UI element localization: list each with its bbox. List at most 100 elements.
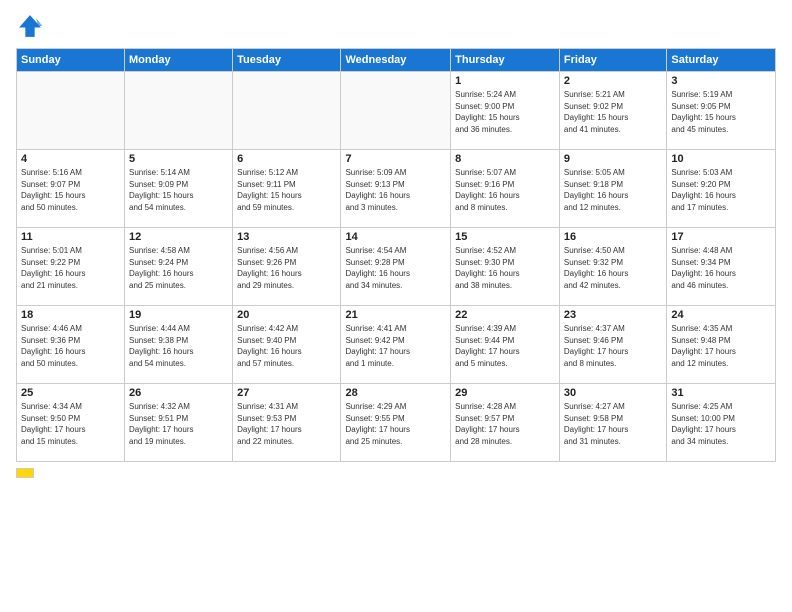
calendar-cell: 21 Sunrise: 4:41 AM Sunset: 9:42 PM Dayli… bbox=[341, 306, 451, 384]
day-number: 31 bbox=[671, 387, 771, 399]
calendar-cell bbox=[125, 72, 233, 150]
day-info: Sunrise: 5:19 AM Sunset: 9:05 PM Dayligh… bbox=[671, 89, 771, 135]
footer bbox=[16, 468, 776, 478]
day-number: 26 bbox=[129, 387, 228, 399]
calendar-cell: 16 Sunrise: 4:50 AM Sunset: 9:32 PM Dayli… bbox=[559, 228, 666, 306]
day-number: 8 bbox=[455, 153, 555, 165]
day-info: Sunrise: 4:35 AM Sunset: 9:48 PM Dayligh… bbox=[671, 323, 771, 369]
calendar-cell: 22Sunrise: 4:39 AM Sunset: 9:44 PM Dayli… bbox=[451, 306, 560, 384]
day-number: 29 bbox=[455, 387, 555, 399]
day-info: Sunrise: 4:42 AM Sunset: 9:40 PM Dayligh… bbox=[237, 323, 336, 369]
calendar-table: SundayMondayTuesdayWednesdayThursdayFrid… bbox=[16, 48, 776, 462]
day-info: Sunrise: 4:34 AM Sunset: 9:50 PM Dayligh… bbox=[21, 401, 120, 447]
day-number: 12 bbox=[129, 231, 228, 243]
day-number: 1 bbox=[455, 75, 555, 87]
day-number: 18 bbox=[21, 309, 120, 321]
calendar-cell: 5 Sunrise: 5:14 AM Sunset: 9:09 PM Daylig… bbox=[125, 150, 233, 228]
day-number: 19 bbox=[129, 309, 228, 321]
day-number: 25 bbox=[21, 387, 120, 399]
day-number: 27 bbox=[237, 387, 336, 399]
day-info: Sunrise: 4:46 AM Sunset: 9:36 PM Dayligh… bbox=[21, 323, 120, 369]
calendar-cell: 17Sunrise: 4:48 AM Sunset: 9:34 PM Dayli… bbox=[667, 228, 776, 306]
day-info: Sunrise: 4:56 AM Sunset: 9:26 PM Dayligh… bbox=[237, 245, 336, 291]
day-info: Sunrise: 5:05 AM Sunset: 9:18 PM Dayligh… bbox=[564, 167, 662, 213]
day-number: 15 bbox=[455, 231, 555, 243]
generalblue-logo-icon bbox=[16, 12, 44, 40]
calendar-cell: 24 Sunrise: 4:35 AM Sunset: 9:48 PM Dayli… bbox=[667, 306, 776, 384]
day-info: Sunrise: 4:32 AM Sunset: 9:51 PM Dayligh… bbox=[129, 401, 228, 447]
day-number: 6 bbox=[237, 153, 336, 165]
day-number: 7 bbox=[345, 153, 446, 165]
calendar-cell: 26 Sunrise: 4:32 AM Sunset: 9:51 PM Dayli… bbox=[125, 384, 233, 462]
calendar-header-tuesday: Tuesday bbox=[233, 49, 341, 72]
calendar-cell: 20 Sunrise: 4:42 AM Sunset: 9:40 PM Dayli… bbox=[233, 306, 341, 384]
calendar-cell: 29Sunrise: 4:28 AM Sunset: 9:57 PM Dayli… bbox=[451, 384, 560, 462]
day-number: 11 bbox=[21, 231, 120, 243]
day-info: Sunrise: 4:52 AM Sunset: 9:30 PM Dayligh… bbox=[455, 245, 555, 291]
calendar-week-5: 25 Sunrise: 4:34 AM Sunset: 9:50 PM Dayli… bbox=[17, 384, 776, 462]
calendar-cell: 11 Sunrise: 5:01 AM Sunset: 9:22 PM Dayli… bbox=[17, 228, 125, 306]
day-number: 2 bbox=[564, 75, 662, 87]
page: SundayMondayTuesdayWednesdayThursdayFrid… bbox=[0, 0, 792, 612]
day-info: Sunrise: 5:24 AM Sunset: 9:00 PM Dayligh… bbox=[455, 89, 555, 135]
calendar-cell: 13Sunrise: 4:56 AM Sunset: 9:26 PM Dayli… bbox=[233, 228, 341, 306]
day-number: 10 bbox=[671, 153, 771, 165]
day-number: 30 bbox=[564, 387, 662, 399]
calendar-cell: 6 Sunrise: 5:12 AM Sunset: 9:11 PM Daylig… bbox=[233, 150, 341, 228]
calendar-cell bbox=[17, 72, 125, 150]
day-info: Sunrise: 4:25 AM Sunset: 10:00 PM Daylig… bbox=[671, 401, 771, 447]
calendar-header-row: SundayMondayTuesdayWednesdayThursdayFrid… bbox=[17, 49, 776, 72]
day-number: 16 bbox=[564, 231, 662, 243]
calendar-week-4: 18 Sunrise: 4:46 AM Sunset: 9:36 PM Dayli… bbox=[17, 306, 776, 384]
calendar-header-friday: Friday bbox=[559, 49, 666, 72]
day-info: Sunrise: 4:37 AM Sunset: 9:46 PM Dayligh… bbox=[564, 323, 662, 369]
day-number: 20 bbox=[237, 309, 336, 321]
calendar-cell: 18 Sunrise: 4:46 AM Sunset: 9:36 PM Dayli… bbox=[17, 306, 125, 384]
calendar-cell: 14 Sunrise: 4:54 AM Sunset: 9:28 PM Dayli… bbox=[341, 228, 451, 306]
day-info: Sunrise: 4:50 AM Sunset: 9:32 PM Dayligh… bbox=[564, 245, 662, 291]
calendar-header-monday: Monday bbox=[125, 49, 233, 72]
day-info: Sunrise: 5:03 AM Sunset: 9:20 PM Dayligh… bbox=[671, 167, 771, 213]
calendar-cell: 25 Sunrise: 4:34 AM Sunset: 9:50 PM Dayli… bbox=[17, 384, 125, 462]
day-number: 24 bbox=[671, 309, 771, 321]
day-info: Sunrise: 4:54 AM Sunset: 9:28 PM Dayligh… bbox=[345, 245, 446, 291]
day-info: Sunrise: 4:27 AM Sunset: 9:58 PM Dayligh… bbox=[564, 401, 662, 447]
day-info: Sunrise: 5:09 AM Sunset: 9:13 PM Dayligh… bbox=[345, 167, 446, 213]
day-number: 5 bbox=[129, 153, 228, 165]
calendar-cell: 1 Sunrise: 5:24 AM Sunset: 9:00 PM Daylig… bbox=[451, 72, 560, 150]
calendar-cell: 28Sunrise: 4:29 AM Sunset: 9:55 PM Dayli… bbox=[341, 384, 451, 462]
day-info: Sunrise: 4:29 AM Sunset: 9:55 PM Dayligh… bbox=[345, 401, 446, 447]
calendar-cell: 31 Sunrise: 4:25 AM Sunset: 10:00 PM Dayl… bbox=[667, 384, 776, 462]
calendar-cell: 2 Sunrise: 5:21 AM Sunset: 9:02 PM Daylig… bbox=[559, 72, 666, 150]
day-info: Sunrise: 5:12 AM Sunset: 9:11 PM Dayligh… bbox=[237, 167, 336, 213]
day-info: Sunrise: 5:16 AM Sunset: 9:07 PM Dayligh… bbox=[21, 167, 120, 213]
day-number: 17 bbox=[671, 231, 771, 243]
day-info: Sunrise: 5:01 AM Sunset: 9:22 PM Dayligh… bbox=[21, 245, 120, 291]
day-number: 21 bbox=[345, 309, 446, 321]
day-number: 3 bbox=[671, 75, 771, 87]
calendar-cell: 19 Sunrise: 4:44 AM Sunset: 9:38 PM Dayli… bbox=[125, 306, 233, 384]
day-number: 14 bbox=[345, 231, 446, 243]
day-info: Sunrise: 4:31 AM Sunset: 9:53 PM Dayligh… bbox=[237, 401, 336, 447]
calendar-cell bbox=[341, 72, 451, 150]
logo bbox=[16, 12, 46, 40]
day-info: Sunrise: 4:41 AM Sunset: 9:42 PM Dayligh… bbox=[345, 323, 446, 369]
calendar-week-3: 11 Sunrise: 5:01 AM Sunset: 9:22 PM Dayli… bbox=[17, 228, 776, 306]
calendar-cell: 12 Sunrise: 4:58 AM Sunset: 9:24 PM Dayli… bbox=[125, 228, 233, 306]
calendar-header-wednesday: Wednesday bbox=[341, 49, 451, 72]
day-info: Sunrise: 4:58 AM Sunset: 9:24 PM Dayligh… bbox=[129, 245, 228, 291]
calendar-cell: 27 Sunrise: 4:31 AM Sunset: 9:53 PM Dayli… bbox=[233, 384, 341, 462]
calendar-cell: 4Sunrise: 5:16 AM Sunset: 9:07 PM Daylig… bbox=[17, 150, 125, 228]
day-info: Sunrise: 4:39 AM Sunset: 9:44 PM Dayligh… bbox=[455, 323, 555, 369]
calendar-header-saturday: Saturday bbox=[667, 49, 776, 72]
day-info: Sunrise: 4:44 AM Sunset: 9:38 PM Dayligh… bbox=[129, 323, 228, 369]
day-number: 9 bbox=[564, 153, 662, 165]
calendar-cell: 10 Sunrise: 5:03 AM Sunset: 9:20 PM Dayli… bbox=[667, 150, 776, 228]
calendar-cell: 15 Sunrise: 4:52 AM Sunset: 9:30 PM Dayli… bbox=[451, 228, 560, 306]
day-info: Sunrise: 5:14 AM Sunset: 9:09 PM Dayligh… bbox=[129, 167, 228, 213]
calendar-cell: 23Sunrise: 4:37 AM Sunset: 9:46 PM Dayli… bbox=[559, 306, 666, 384]
day-info: Sunrise: 5:21 AM Sunset: 9:02 PM Dayligh… bbox=[564, 89, 662, 135]
daylight-color-box bbox=[16, 468, 34, 478]
calendar-header-thursday: Thursday bbox=[451, 49, 560, 72]
calendar-header-sunday: Sunday bbox=[17, 49, 125, 72]
